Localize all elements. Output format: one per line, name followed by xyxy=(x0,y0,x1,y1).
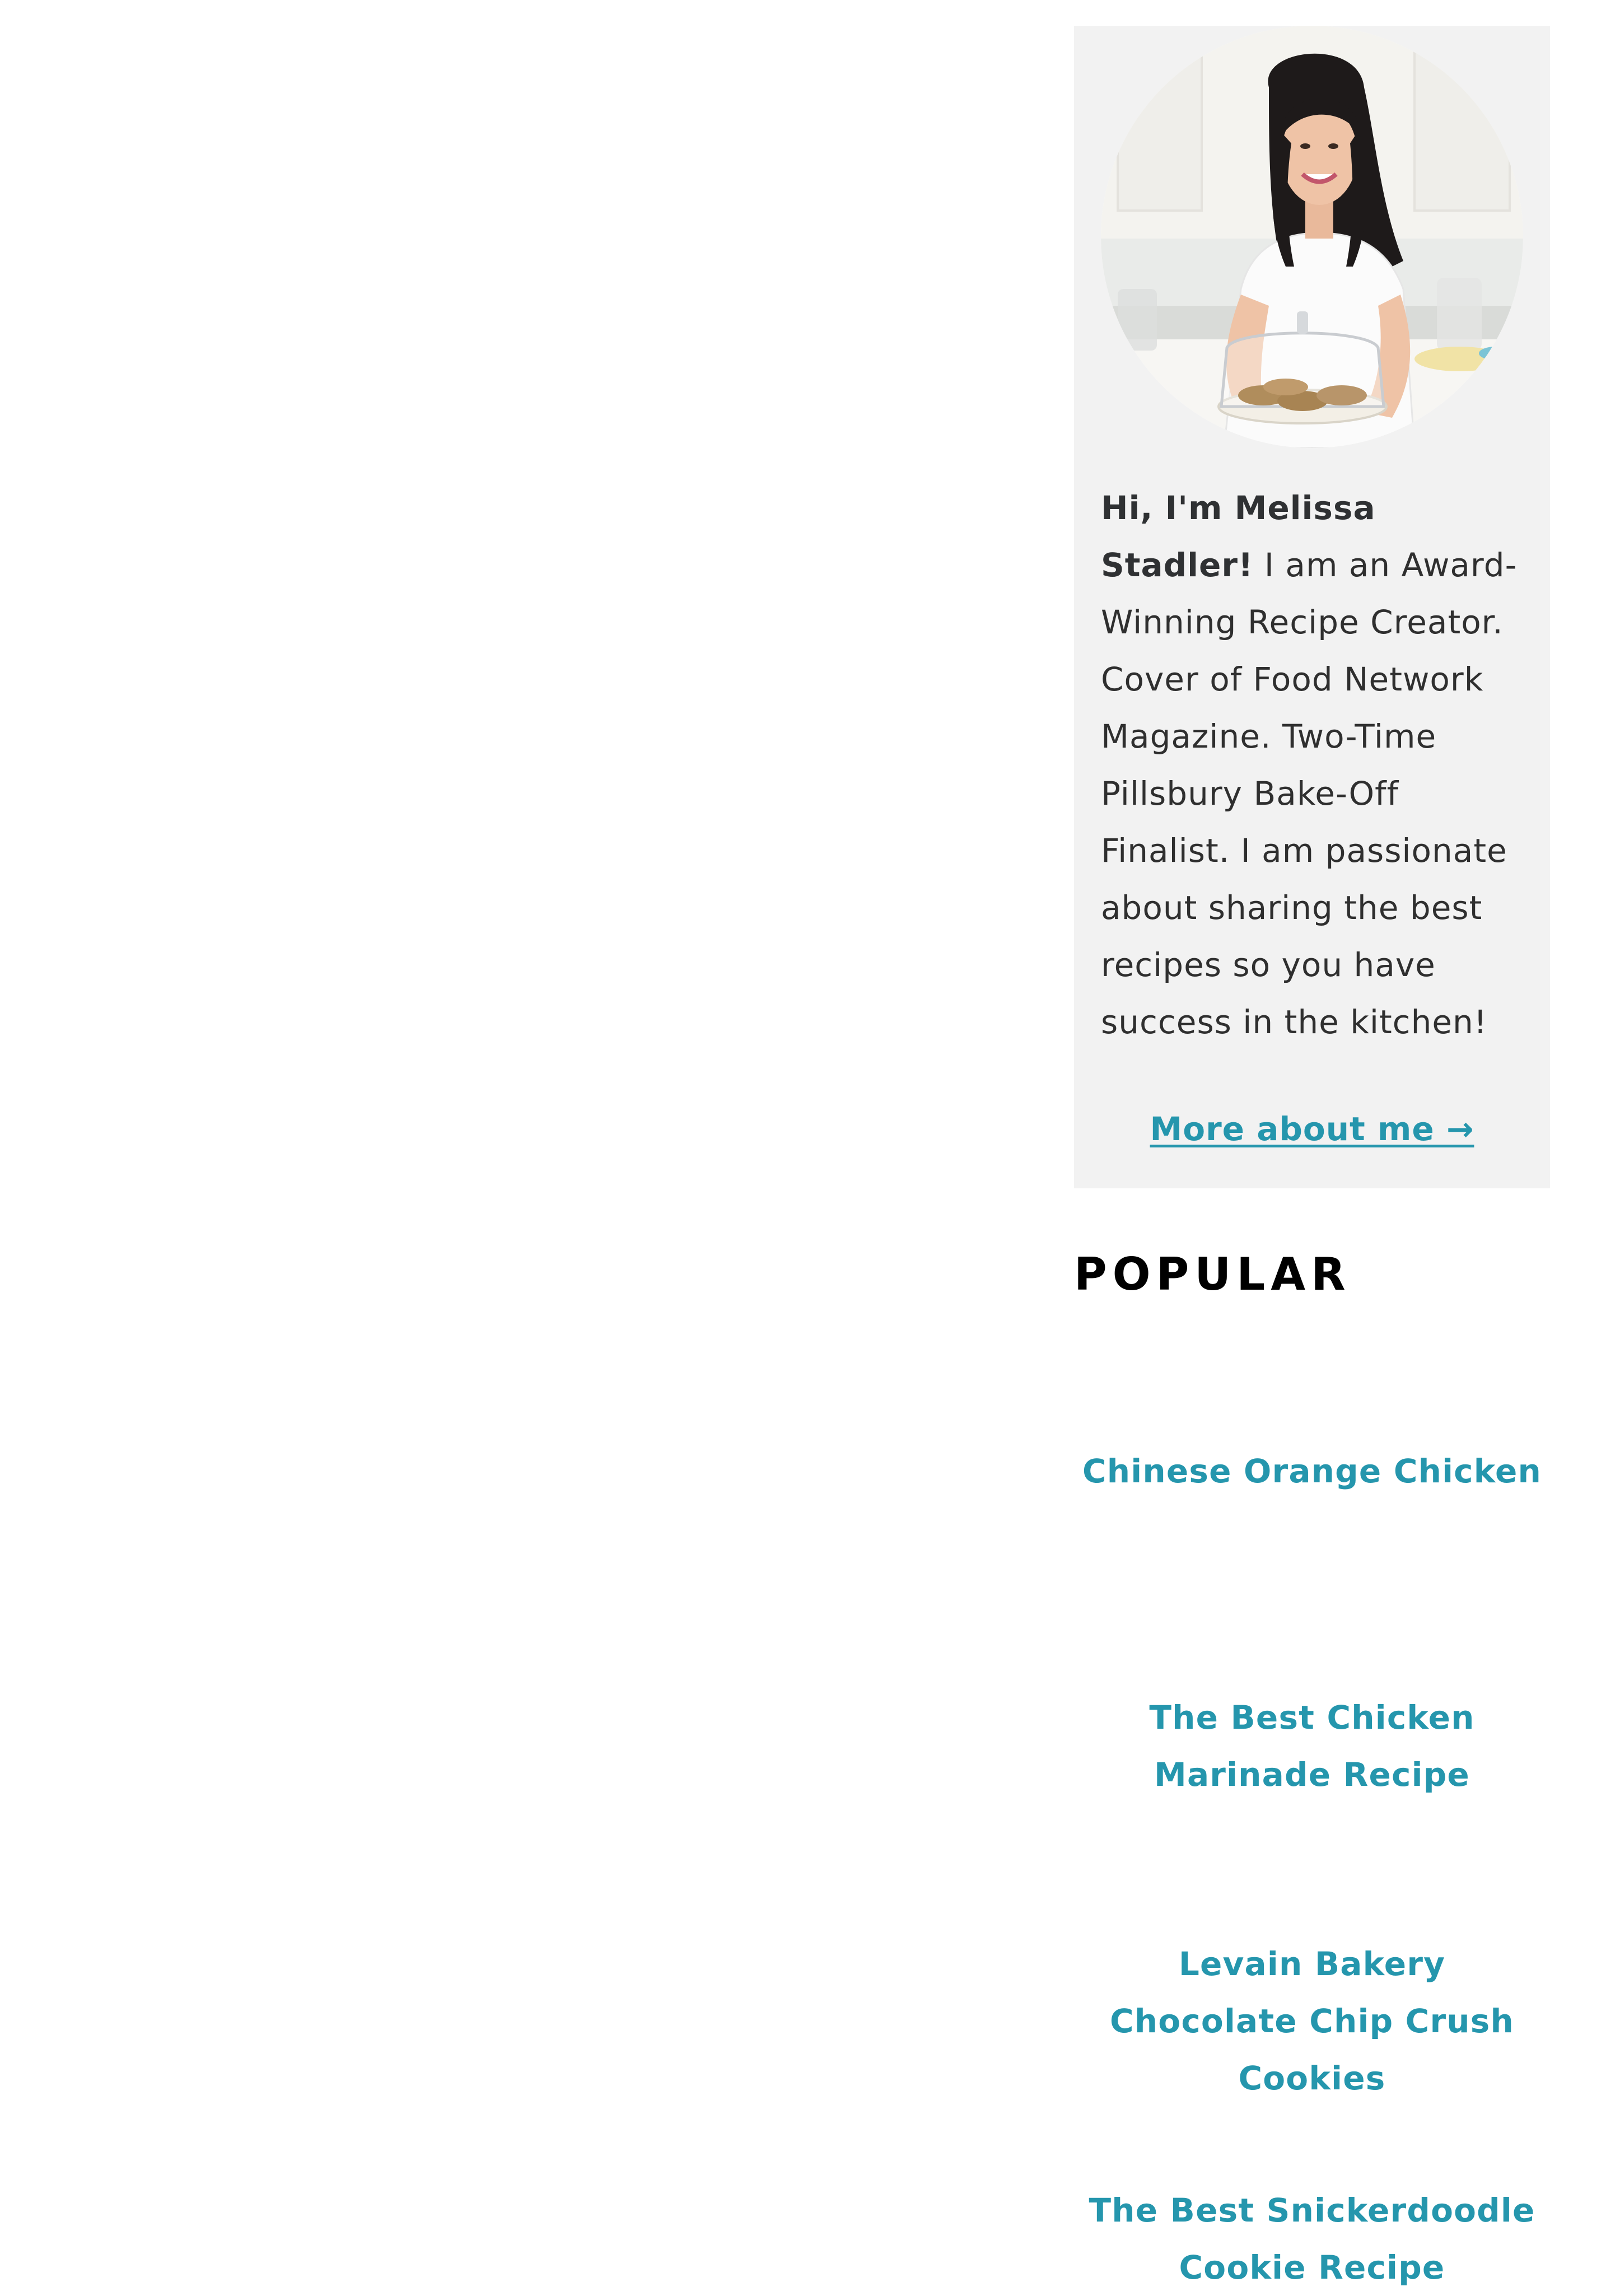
popular-link-levain-cookies[interactable]: Levain Bakery Chocolate Chip Crush Cooki… xyxy=(1074,1935,1550,2107)
more-about-me-link[interactable]: More about me → xyxy=(1074,1107,1550,1151)
popular-item: Levain Bakery Chocolate Chip Crush Cooki… xyxy=(1074,1935,1550,2107)
popular-item: The Best Chicken Marinade Recipe xyxy=(1074,1689,1550,1803)
author-bio: Hi, I'm Melissa Stadler! I am an Award-W… xyxy=(1101,479,1526,1051)
popular-item: The Best Snickerdoodle Cookie Recipe xyxy=(1074,2182,1550,2296)
sidebar: Hi, I'm Melissa Stadler! I am an Award-W… xyxy=(1074,26,1550,2286)
popular-link-snickerdoodle-cookie[interactable]: The Best Snickerdoodle Cookie Recipe xyxy=(1074,2182,1550,2296)
popular-heading: POPULAR xyxy=(1074,1248,1351,1300)
author-avatar xyxy=(1101,26,1523,448)
author-photo xyxy=(1101,26,1523,448)
author-bio-text: I am an Award-Winning Recipe Creator. Co… xyxy=(1101,546,1518,1041)
popular-link-chicken-marinade[interactable]: The Best Chicken Marinade Recipe xyxy=(1074,1689,1550,1803)
about-author-card: Hi, I'm Melissa Stadler! I am an Award-W… xyxy=(1074,26,1550,1188)
main-content-area xyxy=(0,0,1053,2293)
popular-link-chinese-orange-chicken[interactable]: Chinese Orange Chicken xyxy=(1074,1443,1550,1500)
popular-item: Chinese Orange Chicken xyxy=(1074,1443,1550,1500)
